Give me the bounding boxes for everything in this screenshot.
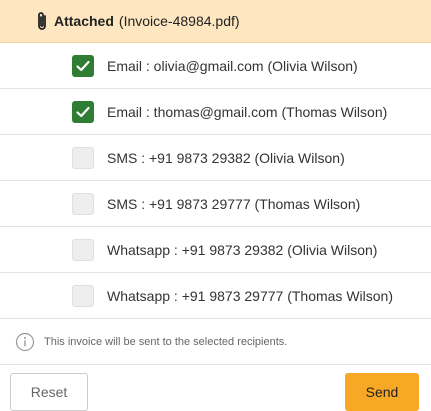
checkbox-unchecked[interactable] [72, 146, 94, 169]
recipient-label: SMS : +91 9873 29777 (Thomas Wilson) [107, 195, 361, 212]
recipient-label: Email : olivia@gmail.com (Olivia Wilson) [107, 57, 358, 74]
info-text: This invoice will be sent to the selecte… [44, 335, 288, 348]
checkmark-icon [76, 60, 90, 71]
send-invoice-panel: Attached (Invoice-48984.pdf) Email : oli… [0, 0, 431, 411]
checkbox-checked[interactable] [72, 100, 94, 123]
reset-button[interactable]: Reset [10, 373, 88, 411]
attachment-header: Attached (Invoice-48984.pdf) [0, 0, 431, 43]
recipient-option[interactable]: Email : thomas@gmail.com (Thomas Wilson) [0, 89, 431, 135]
info-note: This invoice will be sent to the selecte… [0, 319, 431, 365]
recipient-label: Email : thomas@gmail.com (Thomas Wilson) [107, 103, 388, 120]
recipient-label: Whatsapp : +91 9873 29382 (Olivia Wilson… [107, 241, 378, 258]
recipient-option[interactable]: Whatsapp : +91 9873 29777 (Thomas Wilson… [0, 273, 431, 319]
paperclip-icon [35, 10, 49, 32]
attachment-title: Attached [54, 13, 114, 29]
checkbox-checked[interactable] [72, 54, 94, 77]
recipient-list: Email : olivia@gmail.com (Olivia Wilson)… [0, 43, 431, 319]
checkbox-unchecked[interactable] [72, 238, 94, 261]
checkmark-icon [76, 106, 90, 117]
recipient-option[interactable]: SMS : +91 9873 29777 (Thomas Wilson) [0, 181, 431, 227]
recipient-option[interactable]: Whatsapp : +91 9873 29382 (Olivia Wilson… [0, 227, 431, 273]
recipient-option[interactable]: SMS : +91 9873 29382 (Olivia Wilson) [0, 135, 431, 181]
recipient-option[interactable]: Email : olivia@gmail.com (Olivia Wilson) [0, 43, 431, 89]
send-button[interactable]: Send [345, 373, 419, 411]
checkbox-unchecked[interactable] [72, 192, 94, 215]
info-icon [15, 332, 35, 352]
checkbox-unchecked[interactable] [72, 284, 94, 307]
attachment-filename: (Invoice-48984.pdf) [118, 13, 240, 29]
recipient-label: SMS : +91 9873 29382 (Olivia Wilson) [107, 149, 345, 166]
recipient-label: Whatsapp : +91 9873 29777 (Thomas Wilson… [107, 287, 393, 304]
action-footer: Reset Send [0, 366, 431, 411]
